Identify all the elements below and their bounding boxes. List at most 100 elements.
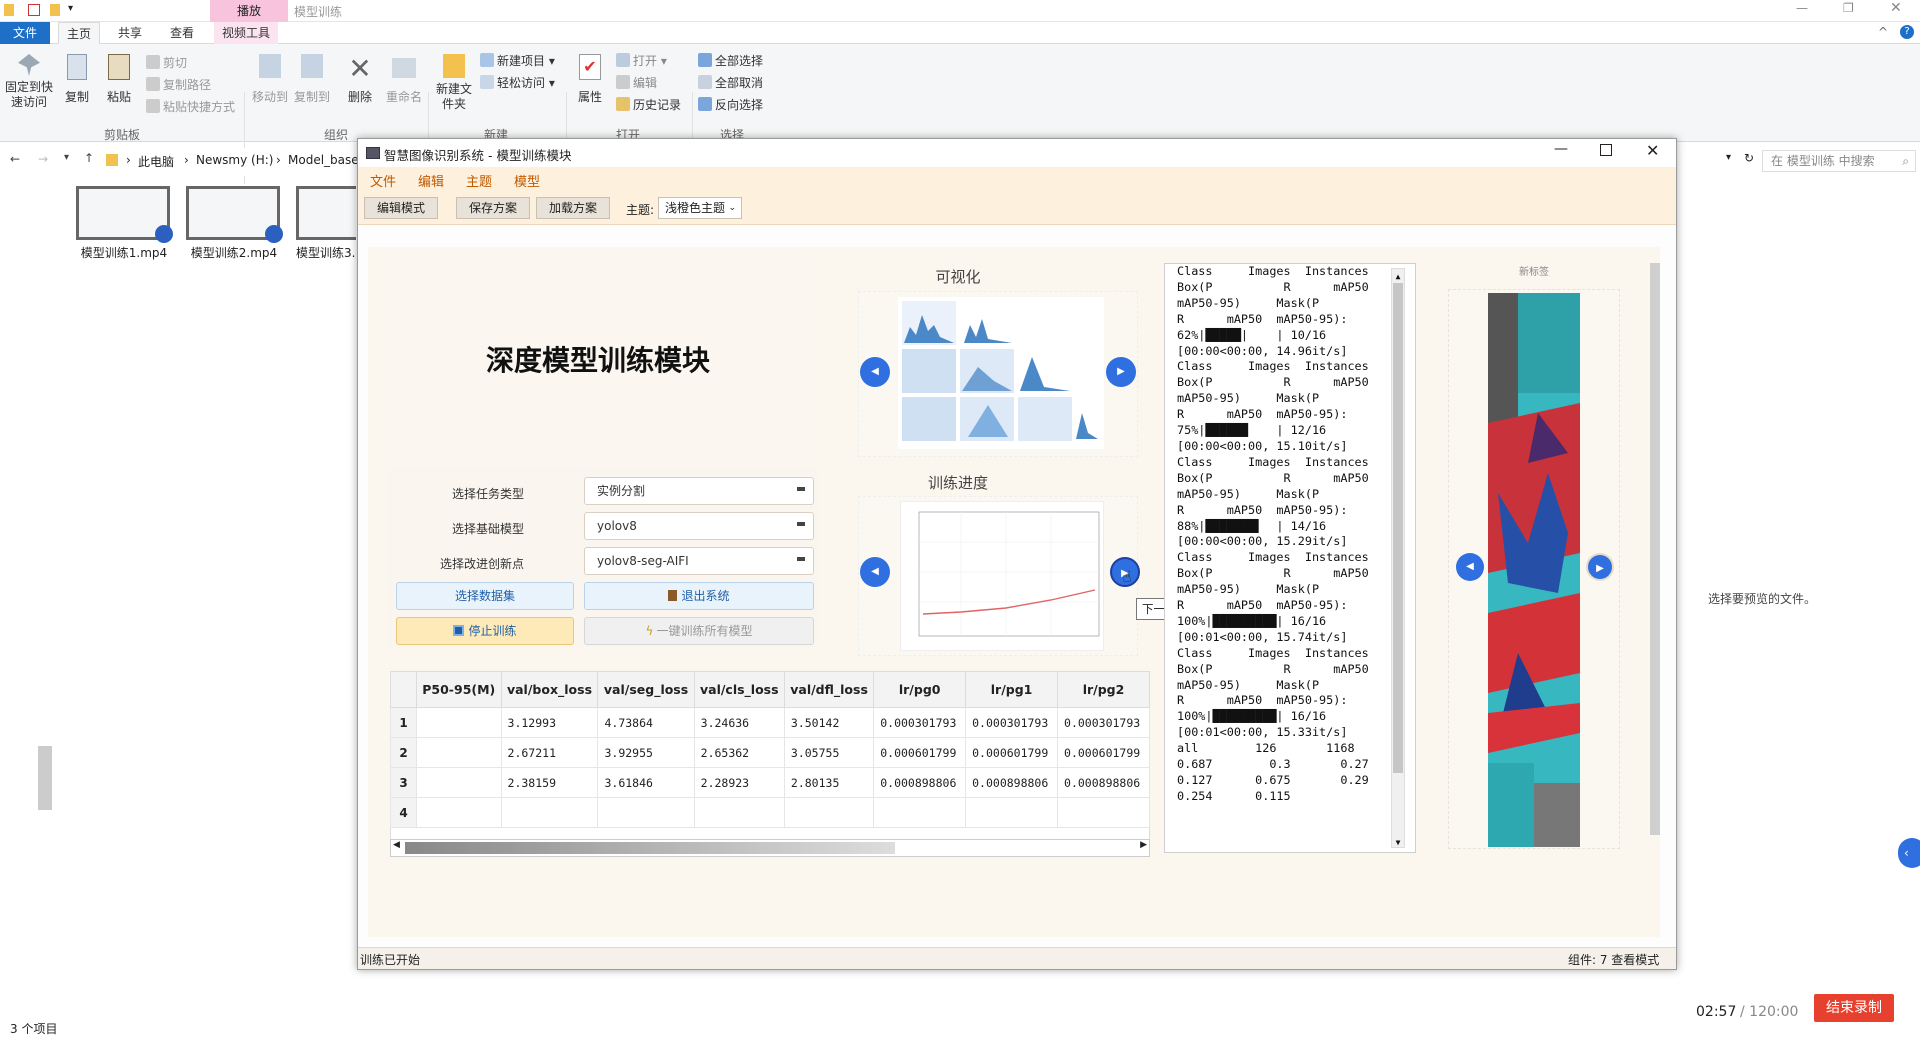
- tab-video-tools[interactable]: 视频工具: [214, 22, 279, 44]
- column-header[interactable]: val/box_loss: [500, 671, 599, 708]
- log-scrollbar[interactable]: ▲ ▼: [1391, 268, 1405, 848]
- table-row[interactable]: 2 2.67211 3.92955 2.65362 3.05755 0.000601799…: [390, 737, 1150, 768]
- history-button[interactable]: 历史记录: [616, 96, 681, 113]
- column-header[interactable]: lr/pg0: [873, 671, 967, 708]
- table-row[interactable]: 1 3.12993 4.73864 3.24636 3.50142 0.000301793…: [390, 707, 1150, 738]
- scroll-up-icon[interactable]: ▲: [1392, 269, 1404, 281]
- table-cell[interactable]: [416, 707, 502, 738]
- address-dropdown-icon[interactable]: ▾: [1726, 152, 1731, 163]
- column-header[interactable]: val/cls_loss: [693, 671, 785, 708]
- table-cell[interactable]: 0.000601799: [1057, 737, 1150, 768]
- up-arrow-icon[interactable]: ↑: [84, 151, 94, 165]
- copy-button[interactable]: 复制: [62, 54, 92, 105]
- invert-select-button[interactable]: 反向选择: [698, 96, 763, 113]
- table-row[interactable]: 4: [390, 797, 1150, 828]
- scroll-thumb[interactable]: [38, 746, 52, 810]
- nav-pane-scrollbar[interactable]: [38, 180, 52, 1014]
- new-item-button[interactable]: 新建项目 ▾: [480, 52, 555, 69]
- refresh-icon[interactable]: ↻: [1744, 151, 1754, 165]
- table-cell[interactable]: [500, 797, 599, 828]
- file-item[interactable]: 模型训练1.mp4: [76, 186, 173, 261]
- table-row[interactable]: 3 2.38159 3.61846 2.28923 2.80135 0.000898806…: [390, 767, 1150, 798]
- app-close-icon[interactable]: ✕: [1646, 141, 1659, 160]
- column-header[interactable]: val/seg_loss: [597, 671, 695, 708]
- properties-button[interactable]: ✔ 属性: [572, 54, 608, 105]
- scroll-down-icon[interactable]: ▼: [1392, 835, 1404, 847]
- table-cell[interactable]: [416, 797, 502, 828]
- progress-prev-button[interactable]: ◀: [860, 557, 890, 587]
- recent-dropdown-icon[interactable]: ▾: [64, 152, 69, 163]
- scroll-thumb[interactable]: [1393, 283, 1403, 773]
- seg-next-button[interactable]: ▶: [1586, 553, 1614, 581]
- delete-button[interactable]: ✕ 删除: [340, 54, 380, 105]
- file-item[interactable]: 模型训练2.mp4: [186, 186, 283, 261]
- scroll-left-icon[interactable]: ◀: [393, 840, 400, 850]
- quick-folder-icon[interactable]: [50, 4, 60, 16]
- train-all-button[interactable]: ϟ 一键训练所有模型: [584, 617, 814, 645]
- table-cell[interactable]: 2.28923: [693, 767, 785, 798]
- table-cell[interactable]: 2.67211: [500, 737, 599, 768]
- paste-shortcut-button[interactable]: 粘贴快捷方式: [146, 98, 235, 115]
- scroll-thumb[interactable]: [405, 842, 895, 854]
- open-button[interactable]: 打开 ▾: [616, 52, 667, 69]
- breadcrumb-pc[interactable]: 此电脑: [138, 153, 174, 170]
- table-cell[interactable]: 3.50142: [783, 707, 875, 738]
- edit-mode-button[interactable]: 编辑模式: [364, 197, 438, 219]
- table-cell[interactable]: 3.24636: [693, 707, 785, 738]
- table-cell[interactable]: [965, 797, 1059, 828]
- content-scrollbar[interactable]: [1648, 253, 1662, 933]
- column-header[interactable]: lr/pg1: [965, 671, 1059, 708]
- table-cell[interactable]: 0.000601799: [965, 737, 1059, 768]
- cut-button[interactable]: 剪切: [146, 54, 187, 71]
- side-collapse-icon[interactable]: ‹: [1898, 838, 1920, 868]
- exit-system-button[interactable]: 退出系统: [584, 582, 814, 610]
- forward-arrow-icon[interactable]: →: [38, 152, 48, 166]
- app-maximize-icon[interactable]: [1600, 144, 1612, 156]
- table-cell[interactable]: 0.000301793: [873, 707, 967, 738]
- table-cell[interactable]: 2.65362: [693, 737, 785, 768]
- table-cell[interactable]: 0.000301793: [965, 707, 1059, 738]
- tab-share[interactable]: 共享: [110, 22, 150, 44]
- file-item[interactable]: 模型训练3.: [296, 186, 356, 261]
- app-minimize-icon[interactable]: —: [1554, 141, 1568, 157]
- menu-model[interactable]: 模型: [514, 171, 540, 190]
- breadcrumb-drive[interactable]: Newsmy (H:): [196, 153, 273, 167]
- table-cell[interactable]: [783, 797, 875, 828]
- new-folder-button[interactable]: 新建文件夹: [432, 54, 476, 112]
- column-header[interactable]: val/dfl_loss: [783, 671, 875, 708]
- table-cell[interactable]: 3.61846: [597, 767, 695, 798]
- scroll-right-icon[interactable]: ▶: [1140, 840, 1147, 850]
- table-cell[interactable]: [416, 767, 502, 798]
- select-none-button[interactable]: 全部取消: [698, 74, 763, 91]
- training-log[interactable]: Class Images Instances Box(P R mAP50 mAP50…: [1164, 263, 1416, 853]
- quick-check-icon[interactable]: [28, 4, 40, 16]
- column-header[interactable]: P50-95(M): [416, 671, 502, 708]
- base-model-select[interactable]: yolov8: [584, 512, 814, 540]
- tab-home[interactable]: 主页: [58, 22, 101, 44]
- viz-prev-button[interactable]: ◀: [860, 357, 890, 387]
- back-arrow-icon[interactable]: ←: [10, 152, 20, 166]
- edit-button[interactable]: 编辑: [616, 74, 657, 91]
- close-icon[interactable]: ✕: [1890, 0, 1902, 16]
- table-hscrollbar[interactable]: ◀ ▶: [390, 839, 1150, 857]
- new-tab-label[interactable]: 新标签: [1458, 263, 1610, 278]
- table-cell[interactable]: 2.80135: [783, 767, 875, 798]
- move-to-button[interactable]: 移动到: [250, 54, 290, 105]
- collapse-ribbon-icon[interactable]: ^: [1878, 25, 1888, 39]
- easy-access-button[interactable]: 轻松访问 ▾: [480, 74, 555, 91]
- tab-view[interactable]: 查看: [162, 22, 202, 44]
- menu-file[interactable]: 文件: [370, 171, 396, 190]
- select-all-button[interactable]: 全部选择: [698, 52, 763, 69]
- table-cell[interactable]: 0.000301793: [1057, 707, 1150, 738]
- save-scheme-button[interactable]: 保存方案: [456, 197, 530, 219]
- table-cell[interactable]: 0.000898806: [965, 767, 1059, 798]
- column-header[interactable]: lr/pg2: [1057, 671, 1150, 708]
- table-cell[interactable]: 3.92955: [597, 737, 695, 768]
- tab-play[interactable]: 播放: [210, 0, 288, 22]
- table-cell[interactable]: 3.05755: [783, 737, 875, 768]
- table-cell[interactable]: [1057, 797, 1150, 828]
- rename-button[interactable]: 重命名: [384, 54, 424, 105]
- table-cell[interactable]: 3.12993: [500, 707, 599, 738]
- table-cell[interactable]: [416, 737, 502, 768]
- pin-quick-access-button[interactable]: 固定到快速访问: [4, 54, 54, 110]
